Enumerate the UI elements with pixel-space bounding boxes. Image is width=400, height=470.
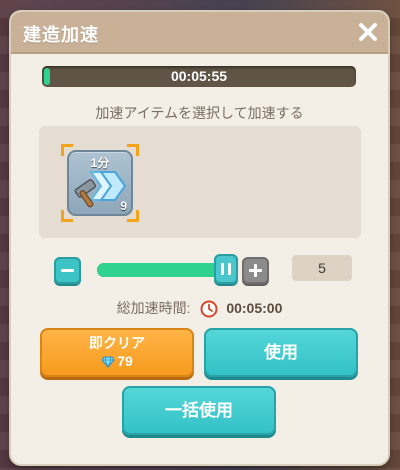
grip-line: [221, 263, 224, 275]
total-speedup-time: 00:05:00: [226, 300, 283, 316]
diamond-cost-value: 79: [117, 353, 133, 369]
diamond-icon: [101, 356, 115, 369]
remaining-time: 00:05:55: [170, 68, 228, 84]
slider-handle[interactable]: [214, 254, 238, 284]
speedup-dialog: 建造加速 00:05:55 加速アイテムを選択して加速する 1分 9 5 総加速…: [11, 12, 388, 464]
total-speedup-label: 総加速時間:: [116, 300, 191, 316]
bulk-use-button[interactable]: 一括使用: [122, 386, 276, 435]
instruction-text: 加速アイテムを選択して加速する: [95, 105, 304, 121]
dialog-titlebar: 建造加速: [11, 12, 388, 54]
quantity-slider[interactable]: [97, 263, 233, 277]
instant-clear-label: 即クリア: [89, 335, 145, 351]
quantity-field[interactable]: 5: [292, 255, 352, 281]
slider-fill: [97, 263, 233, 277]
instant-clear-button[interactable]: 即クリア 79: [40, 328, 194, 377]
increase-button[interactable]: [242, 257, 269, 284]
decrease-button[interactable]: [54, 257, 81, 284]
close-button[interactable]: [357, 21, 379, 43]
item-selection-area: 1分 9: [39, 126, 361, 238]
item-duration-label: 1分: [90, 156, 110, 170]
close-icon: [359, 23, 377, 41]
construction-progress-bar: 00:05:55: [42, 66, 356, 87]
clock-icon: [200, 300, 218, 318]
grip-line: [228, 263, 231, 275]
use-button[interactable]: 使用: [204, 328, 358, 377]
instant-clear-cost: 79: [40, 353, 194, 369]
dialog-title: 建造加速: [23, 25, 99, 45]
item-count: 9: [120, 199, 127, 213]
plus-icon-vertical: [254, 264, 257, 277]
total-speedup-row: 総加速時間: 00:05:00: [11, 298, 388, 318]
minus-icon: [61, 269, 74, 272]
speedup-item-tile: 1分 9: [67, 150, 133, 216]
speedup-item-slot[interactable]: 1分 9: [61, 144, 139, 222]
